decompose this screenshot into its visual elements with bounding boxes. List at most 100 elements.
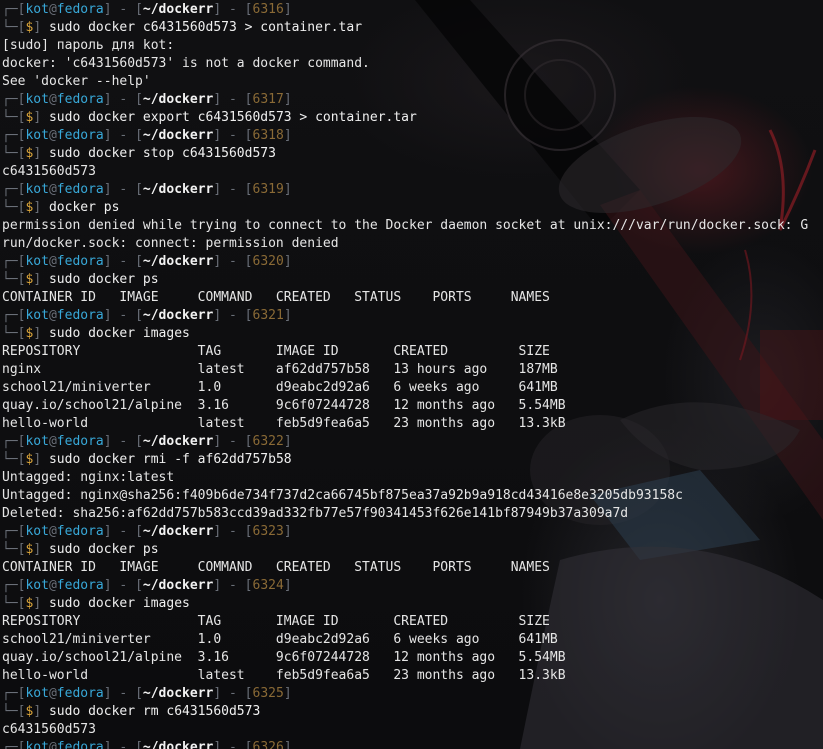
prompt-path: ~/dockerr bbox=[142, 128, 214, 143]
prompt-host: fedora bbox=[56, 92, 104, 107]
terminal-output[interactable]: ┌─[kot@fedora] - [~/dockerr] - [6316] └─… bbox=[2, 1, 821, 749]
output-text: quay.io/school21/alpine 3.16 9c6f0724472… bbox=[2, 398, 566, 413]
command-line: └─[$] sudo docker images bbox=[2, 596, 190, 611]
command-text: sudo docker rm c6431560d573 bbox=[48, 704, 261, 719]
history-number: 6319 bbox=[252, 182, 284, 197]
output-line: Untagged: nginx@sha256:f409b6de734f737d2… bbox=[2, 487, 821, 505]
output-text: See 'docker --help' bbox=[2, 74, 151, 89]
output-text: Untagged: nginx@sha256:f409b6de734f737d2… bbox=[2, 488, 683, 503]
prompt-path: ~/dockerr bbox=[142, 578, 214, 593]
output-line: REPOSITORY TAG IMAGE ID CREATED SIZE bbox=[2, 613, 821, 631]
command-line: └─[$] sudo docker ps bbox=[2, 272, 159, 287]
prompt-path: ~/dockerr bbox=[142, 434, 214, 449]
command-text: docker ps bbox=[48, 200, 120, 215]
prompt-host: fedora bbox=[56, 308, 104, 323]
output-line: hello-world latest feb5d9fea6a5 23 month… bbox=[2, 415, 821, 433]
prompt-path: ~/dockerr bbox=[142, 524, 214, 539]
command-text: sudo docker export c6431560d573 > contai… bbox=[48, 110, 417, 125]
output-text: REPOSITORY TAG IMAGE ID CREATED SIZE bbox=[2, 344, 550, 359]
command-text: sudo docker stop c6431560d573 bbox=[48, 146, 276, 161]
prompt-line: ┌─[kot@fedora] - [~/dockerr] - [6319] bbox=[2, 182, 292, 197]
output-line: run/docker.sock: connect: permission den… bbox=[2, 235, 821, 253]
prompt-line: ┌─[kot@fedora] - [~/dockerr] - [6323] bbox=[2, 524, 292, 539]
output-line: Untagged: nginx:latest bbox=[2, 469, 821, 487]
output-text: school21/miniverter 1.0 d9eabc2d92a6 6 w… bbox=[2, 380, 558, 395]
output-line: permission denied while trying to connec… bbox=[2, 217, 821, 235]
output-text: [sudo] пароль для kot: bbox=[2, 38, 175, 53]
prompt-path: ~/dockerr bbox=[142, 308, 214, 323]
prompt-host: fedora bbox=[56, 254, 104, 269]
output-line: Deleted: sha256:af62dd757b583ccd39ad332f… bbox=[2, 505, 821, 523]
output-text: permission denied while trying to connec… bbox=[2, 218, 809, 233]
command-line: └─[$] sudo docker stop c6431560d573 bbox=[2, 146, 276, 161]
prompt-user: kot bbox=[25, 182, 49, 197]
output-text: quay.io/school21/alpine 3.16 9c6f0724472… bbox=[2, 650, 566, 665]
output-line: See 'docker --help' bbox=[2, 73, 821, 91]
prompt-line: ┌─[kot@fedora] - [~/dockerr] - [6322] bbox=[2, 434, 292, 449]
output-text: hello-world latest feb5d9fea6a5 23 month… bbox=[2, 668, 566, 683]
prompt-line: ┌─[kot@fedora] - [~/dockerr] - [6318] bbox=[2, 128, 292, 143]
command-line: └─[$] sudo docker ps bbox=[2, 542, 159, 557]
history-number: 6318 bbox=[252, 128, 284, 143]
history-number: 6323 bbox=[252, 524, 284, 539]
history-number: 6320 bbox=[252, 254, 284, 269]
history-number: 6324 bbox=[252, 578, 284, 593]
output-text: c6431560d573 bbox=[2, 164, 96, 179]
prompt-line: ┌─[kot@fedora] - [~/dockerr] - [6317] bbox=[2, 92, 292, 107]
command-text: sudo docker images bbox=[48, 326, 190, 341]
output-line: c6431560d573 bbox=[2, 163, 821, 181]
prompt-line: ┌─[kot@fedora] - [~/dockerr] - [6326] bbox=[2, 739, 821, 749]
history-number: 6321 bbox=[252, 308, 284, 323]
prompt-path: ~/dockerr bbox=[142, 92, 214, 107]
command-line: └─[$] sudo docker rmi -f af62dd757b58 bbox=[2, 452, 292, 467]
history-number: 6322 bbox=[252, 434, 284, 449]
output-line: CONTAINER ID IMAGE COMMAND CREATED STATU… bbox=[2, 289, 821, 307]
output-text: Untagged: nginx:latest bbox=[2, 470, 175, 485]
command-line: └─[$] sudo docker export c6431560d573 > … bbox=[2, 110, 417, 125]
output-line: [sudo] пароль для kot: bbox=[2, 37, 821, 55]
prompt-path: ~/dockerr bbox=[142, 740, 214, 749]
prompt-user: kot bbox=[25, 128, 49, 143]
prompt-line: ┌─[kot@fedora] - [~/dockerr] - [6321] bbox=[2, 308, 292, 323]
prompt-user: kot bbox=[25, 434, 49, 449]
prompt-host: fedora bbox=[56, 182, 104, 197]
output-text: docker: 'c6431560d573' is not a docker c… bbox=[2, 56, 370, 71]
output-line: school21/miniverter 1.0 d9eabc2d92a6 6 w… bbox=[2, 631, 821, 649]
output-line: CONTAINER ID IMAGE COMMAND CREATED STATU… bbox=[2, 559, 821, 577]
prompt-user: kot bbox=[25, 524, 49, 539]
prompt-line: ┌─[kot@fedora] - [~/dockerr] - [6324] bbox=[2, 578, 292, 593]
output-text: REPOSITORY TAG IMAGE ID CREATED SIZE bbox=[2, 614, 550, 629]
prompt-host: fedora bbox=[56, 686, 104, 701]
history-number: 6325 bbox=[252, 686, 284, 701]
prompt-host: fedora bbox=[56, 524, 104, 539]
command-line: └─[$] docker ps bbox=[2, 200, 120, 215]
output-text: run/docker.sock: connect: permission den… bbox=[2, 236, 339, 251]
output-text: CONTAINER ID IMAGE COMMAND CREATED STATU… bbox=[2, 560, 550, 575]
prompt-user: kot bbox=[25, 578, 49, 593]
output-line: hello-world latest feb5d9fea6a5 23 month… bbox=[2, 667, 821, 685]
prompt-user: kot bbox=[25, 308, 49, 323]
prompt-path: ~/dockerr bbox=[142, 182, 214, 197]
prompt-user: kot bbox=[25, 740, 49, 749]
output-text: Deleted: sha256:af62dd757b583ccd39ad332f… bbox=[2, 506, 629, 521]
command-text: sudo docker rmi -f af62dd757b58 bbox=[48, 452, 292, 467]
prompt-line: ┌─[kot@fedora] - [~/dockerr] - [6316] bbox=[2, 2, 292, 17]
prompt-path: ~/dockerr bbox=[142, 254, 214, 269]
prompt-host: fedora bbox=[56, 578, 104, 593]
output-line: docker: 'c6431560d573' is not a docker c… bbox=[2, 55, 821, 73]
prompt-user: kot bbox=[25, 686, 49, 701]
output-text: CONTAINER ID IMAGE COMMAND CREATED STATU… bbox=[2, 290, 550, 305]
terminal-window[interactable]: ┌─[kot@fedora] - [~/dockerr] - [6316] └─… bbox=[0, 0, 823, 749]
output-line: c6431560d573 bbox=[2, 721, 821, 739]
prompt-host: fedora bbox=[56, 740, 104, 749]
prompt-line: ┌─[kot@fedora] - [~/dockerr] - [6320] bbox=[2, 254, 292, 269]
history-number: 6317 bbox=[252, 92, 284, 107]
command-text: sudo docker c6431560d573 > container.tar bbox=[48, 20, 363, 35]
command-text: sudo docker ps bbox=[48, 542, 159, 557]
output-text: school21/miniverter 1.0 d9eabc2d92a6 6 w… bbox=[2, 632, 558, 647]
prompt-user: kot bbox=[25, 92, 49, 107]
history-number: 6326 bbox=[252, 740, 284, 749]
prompt-user: kot bbox=[25, 254, 49, 269]
prompt-host: fedora bbox=[56, 434, 104, 449]
output-line: quay.io/school21/alpine 3.16 9c6f0724472… bbox=[2, 397, 821, 415]
